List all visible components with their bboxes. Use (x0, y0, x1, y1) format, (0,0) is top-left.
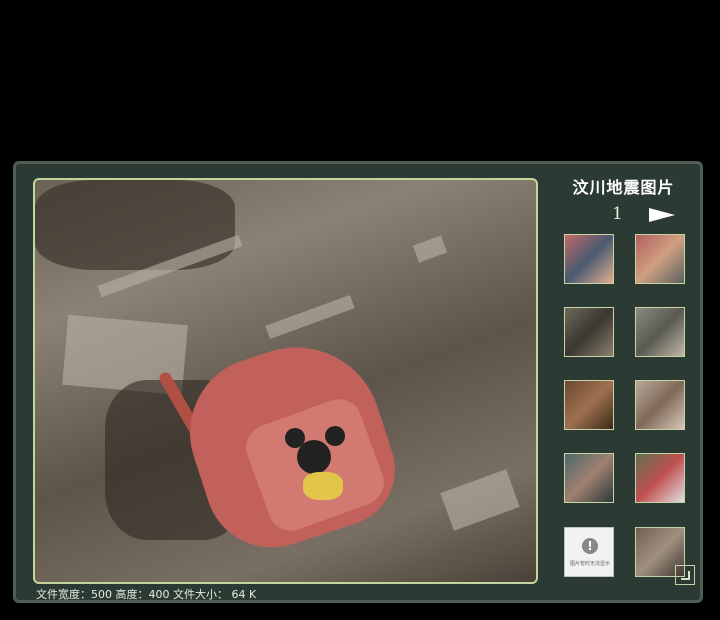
thumbnail-8[interactable] (635, 453, 685, 503)
thumbnail-5[interactable] (564, 380, 614, 430)
thumbnail-1[interactable] (564, 234, 614, 284)
alert-icon: ! (582, 538, 598, 554)
resize-icon[interactable] (675, 565, 695, 585)
error-text: 图片暂时无法显示 (569, 561, 610, 567)
minnie-face (297, 440, 331, 474)
main-photo[interactable] (33, 178, 538, 584)
thumbnail-7[interactable] (564, 453, 614, 503)
thumbnail-3[interactable] (564, 307, 614, 357)
photo-rubble (265, 295, 355, 339)
thumbnail-4[interactable] (635, 307, 685, 357)
thumbnail-6[interactable] (635, 380, 685, 430)
next-page-arrow-icon[interactable] (649, 208, 675, 222)
page-number: 1 (612, 204, 623, 224)
photo-rubble (412, 235, 448, 263)
minnie-ear (325, 426, 345, 446)
photo-rubble (440, 469, 520, 531)
thumbnail-2[interactable] (635, 234, 685, 284)
gallery-panel: 文件宽度：500 高度：400 文件大小： 64 K 汶川地震图片 1 ! 图片暂… (13, 161, 703, 603)
file-info-caption: 文件宽度：500 高度：400 文件大小： 64 K (36, 588, 257, 601)
thumbnail-9[interactable]: ! 图片暂时无法显示 (564, 527, 614, 577)
gallery-title: 汶川地震图片 (572, 178, 675, 197)
minnie-dress (303, 472, 343, 500)
